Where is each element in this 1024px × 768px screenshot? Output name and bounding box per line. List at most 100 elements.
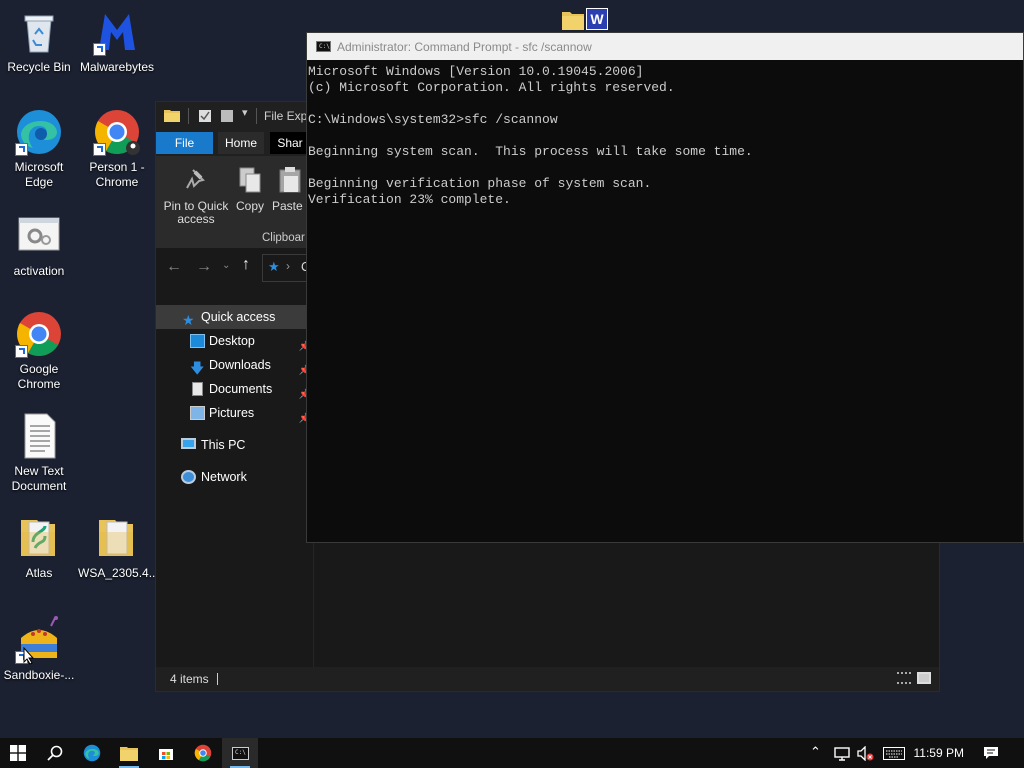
window-title: File Expl (264, 109, 311, 123)
desktop-icon-label: Malwarebytes (79, 60, 155, 74)
new-folder-icon[interactable] (220, 109, 234, 123)
desktop-icon (190, 334, 205, 348)
keyboard-icon[interactable] (883, 747, 905, 760)
volume-muted-icon[interactable] (857, 746, 875, 761)
desktop-icon-label: activation (13, 264, 65, 278)
cmd-titlebar[interactable]: C:\ Administrator: Command Prompt - sfc … (307, 33, 1023, 60)
status-separator (217, 673, 218, 685)
ribbon-group-clipboard: Clipboar (262, 232, 305, 244)
search-icon (47, 745, 63, 761)
tab-home[interactable]: Home (218, 132, 264, 154)
taskbar-chrome[interactable] (185, 738, 221, 768)
command-prompt-window[interactable]: C:\ Administrator: Command Prompt - sfc … (306, 32, 1024, 543)
taskbar-command-prompt[interactable]: C:\ (222, 738, 258, 768)
word-document-icon[interactable]: W (586, 8, 608, 30)
desktop-icon-sandboxie[interactable]: Sandboxie-... (0, 616, 78, 683)
nav-label: Quick access (201, 310, 276, 324)
shortcut-arrow-icon (15, 345, 28, 358)
paste-button[interactable]: Paste (272, 164, 308, 213)
large-icons-view-icon[interactable] (917, 672, 931, 684)
nav-pictures[interactable]: Pictures 📌 (156, 401, 313, 425)
desktop-icon-label: Google Chrome (17, 362, 61, 391)
text-document-icon (15, 412, 63, 460)
qat-separator (256, 108, 257, 124)
taskbar-edge[interactable] (74, 738, 110, 768)
forward-arrow-icon[interactable]: → (196, 258, 212, 276)
download-arrow-icon: 🡇 (190, 360, 205, 376)
quick-access-star-icon: ★ (182, 312, 195, 328)
recent-locations-chevron-icon[interactable]: ⌄ (222, 260, 230, 271)
qat-dropdown-icon[interactable]: ▾ (242, 106, 248, 119)
console-line: Microsoft Windows [Version 10.0.19045.20… (308, 64, 644, 79)
desktop-icon-wsa[interactable]: WSA_2305.4... (78, 514, 159, 581)
back-arrow-icon[interactable]: ← (166, 258, 182, 276)
console-line: C:\Windows\system32>sfc /scannow (308, 112, 558, 127)
edge-icon (15, 108, 63, 156)
desktop-icon-label: WSA_2305.4... (78, 566, 159, 580)
taskbar-file-explorer[interactable] (111, 738, 147, 768)
show-hidden-icons-chevron-icon[interactable]: ⌃ (810, 744, 821, 760)
paste-label: Paste (272, 199, 303, 213)
breadcrumb-chevron-icon: › (286, 259, 290, 273)
cmd-app-icon: C:\ (316, 41, 331, 52)
nav-this-pc[interactable]: This PC (156, 433, 313, 457)
desktop-icon-edge[interactable]: Microsoft Edge (0, 108, 78, 190)
chrome-icon (194, 744, 212, 762)
store-icon (159, 749, 173, 760)
nav-quick-access[interactable]: ★ Quick access (156, 305, 313, 329)
folder-icon (120, 747, 138, 761)
desktop-icon-google-chrome[interactable]: Google Chrome (0, 310, 78, 392)
network-icon (181, 470, 196, 484)
desktop-icon-label: Person 1 - Chrome (89, 160, 145, 189)
chrome-icon (93, 108, 141, 156)
console-line: Beginning verification phase of system s… (308, 176, 652, 191)
pin-to-quick-access-button[interactable]: Pin to Quick access (162, 164, 230, 226)
nav-downloads[interactable]: 🡇 Downloads 📌 (156, 353, 313, 377)
search-button[interactable] (37, 738, 73, 768)
folder-icon[interactable] (561, 8, 585, 32)
action-center-notification-icon[interactable] (983, 746, 999, 761)
desktop-icon-malwarebytes[interactable]: Malwarebytes (78, 8, 156, 75)
shortcut-arrow-icon (93, 43, 106, 56)
start-button[interactable] (0, 738, 36, 768)
nav-label: Network (201, 470, 247, 484)
network-status-icon[interactable] (833, 746, 851, 761)
taskbar-store[interactable] (148, 738, 184, 768)
properties-icon[interactable] (198, 109, 212, 123)
console-line: (c) Microsoft Corporation. All rights re… (308, 80, 675, 95)
desktop-icon-recycle-bin[interactable]: Recycle Bin (0, 8, 78, 75)
nav-label: Pictures (209, 406, 255, 420)
paste-icon (278, 166, 304, 194)
tab-share[interactable]: Shar (270, 132, 310, 154)
copy-button[interactable]: Copy (232, 164, 268, 213)
pin-icon (183, 166, 209, 194)
navigation-pane: ★ Quick access Desktop 📌 🡇 Downloads 📌 D… (156, 302, 313, 662)
clock[interactable]: 11:59 PM (914, 746, 964, 760)
desktop-icon-activation[interactable]: activation (0, 212, 78, 279)
copy-label: Copy (235, 199, 264, 213)
desktop-icon-atlas[interactable]: Atlas (0, 514, 78, 581)
edge-icon (83, 744, 101, 762)
documents-icon (192, 382, 203, 396)
desktop-icon-new-text-document[interactable]: New Text Document (0, 412, 78, 494)
desktop-icon-label: Sandboxie-... (3, 668, 75, 682)
nav-documents[interactable]: Documents 📌 (156, 377, 313, 401)
quick-access-star-icon: ★ (268, 259, 280, 274)
shortcut-arrow-icon (15, 143, 28, 156)
item-count: 4 items (170, 672, 209, 686)
windows-logo-icon (10, 745, 26, 761)
cmd-console-output[interactable]: Microsoft Windows [Version 10.0.19045.20… (307, 62, 1023, 542)
folder-icon (93, 514, 141, 562)
copy-icon (237, 166, 263, 194)
nav-network[interactable]: Network (156, 465, 313, 489)
details-view-icon[interactable] (897, 672, 911, 684)
up-arrow-icon[interactable]: ↑ (242, 256, 250, 274)
tab-file[interactable]: File (156, 132, 213, 154)
desktop-icon-person1-chrome[interactable]: Person 1 - Chrome (78, 108, 156, 190)
pin-label: Pin to Quick access (163, 199, 229, 226)
nav-desktop[interactable]: Desktop 📌 (156, 329, 313, 353)
nav-label: This PC (201, 438, 246, 452)
